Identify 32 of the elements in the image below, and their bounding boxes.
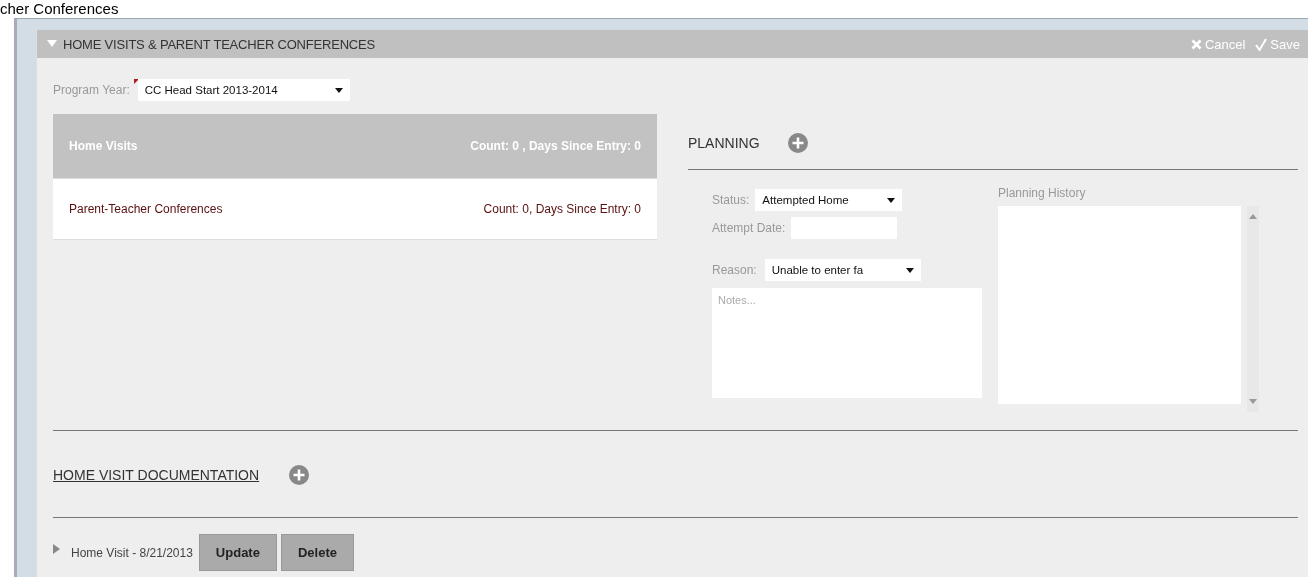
caret-icon [905,267,914,273]
field-label: Reason: [712,263,757,277]
entry-button[interactable]: Delete [280,534,354,571]
field-label: Attempt Date: [712,221,786,235]
entry-label: Home Visit - 8/21/2013 [71,545,193,560]
field-label: Program Year: [53,83,130,97]
category-summary: Count: 0, Days Since Entry: 0 [483,202,641,216]
add-icon[interactable] [787,133,808,153]
section-title: HOME VISIT DOCUMENTATION [53,467,260,483]
checkmark-icon [1255,37,1268,51]
field-label: Planning History [998,186,1087,200]
expand-icon[interactable] [53,543,61,554]
category-name: Home Visits [69,139,138,153]
caret-icon [334,87,343,93]
dropdown[interactable]: Attempted Home [755,189,903,211]
category-summary: Count: 0 , Days Since Entry: 0 [470,139,641,153]
notes-field[interactable]: Notes... [712,288,982,398]
panel-title: HOME VISITS & PARENT TEACHER CONFERENCES [63,36,375,52]
caret-icon [887,197,896,203]
scroll-up-icon [1249,214,1257,219]
scroll-down-icon [1249,399,1257,404]
category-row[interactable]: Parent-Teacher Conferences Count: 0, Days Since Entry: 0 [53,179,657,240]
section-title: PLANNING [688,135,760,151]
add-icon[interactable] [289,465,310,485]
dropdown[interactable]: CC Head Start 2013-2014 [137,79,350,101]
close-icon [1190,38,1202,50]
dropdown[interactable]: Unable to enter fa [764,259,921,281]
entry-button[interactable]: Update [198,534,277,571]
page-title: cher Conferences [0,0,119,18]
scrollbar[interactable] [1247,206,1259,412]
field-label: Status: [712,193,750,207]
category-name: Parent-Teacher Conferences [69,202,223,216]
